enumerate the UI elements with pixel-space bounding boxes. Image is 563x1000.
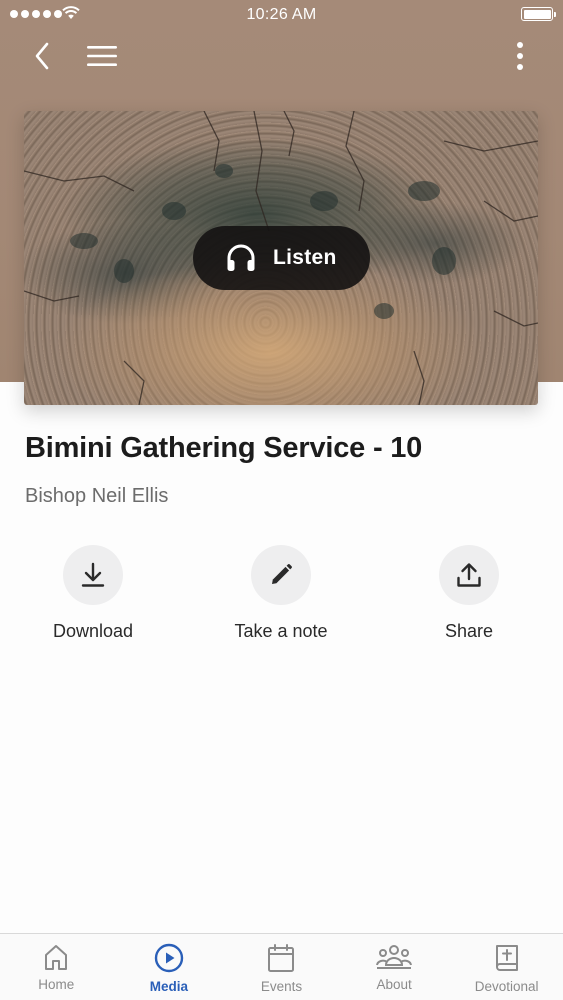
back-button[interactable] [22,36,62,76]
status-bar: 10:26 AM [0,0,563,30]
share-icon [457,563,481,587]
battery-icon [521,7,556,21]
tab-media-label: Media [149,979,189,994]
tab-home[interactable]: Home [0,934,113,1000]
download-circle [63,545,123,605]
calendar-icon [268,944,295,972]
listen-label: Listen [273,246,337,269]
status-time: 10:26 AM [246,6,317,23]
media-title: Bimini Gathering Service - 10 [25,432,423,464]
tab-media[interactable]: Media [113,934,226,1000]
download-button[interactable]: Download [13,545,173,642]
speaker-name: Bishop Neil Ellis [25,485,169,507]
chevron-left-icon [35,42,49,70]
tab-events[interactable]: Events [225,934,338,1000]
menu-button[interactable] [82,36,122,76]
listen-button[interactable]: Listen [193,226,370,290]
media-artwork: Listen [24,111,538,405]
hamburger-icon [87,46,117,66]
share-circle [439,545,499,605]
tab-home-label: Home [38,977,75,992]
tab-events-label: Events [260,979,303,994]
bible-icon [495,945,518,971]
play-circle-icon [154,943,184,973]
tab-about-label: About [376,977,412,992]
download-icon [81,562,105,587]
more-options-button[interactable] [500,36,540,76]
share-button[interactable]: Share [389,545,549,642]
people-icon [376,945,413,969]
tab-devotional-label: Devotional [474,979,539,994]
home-icon [45,945,68,970]
tab-bar: Home Media Events About Devotional [0,933,563,1000]
pencil-icon [272,564,292,584]
vertical-ellipsis-icon [517,42,523,70]
headphones-icon [227,244,255,271]
tab-about[interactable]: About [338,934,451,1000]
take-note-label: Take a note [234,621,328,641]
take-note-button[interactable]: Take a note [201,545,361,642]
download-label: Download [52,621,134,641]
tab-devotional[interactable]: Devotional [450,934,563,1000]
take-note-circle [251,545,311,605]
share-label: Share [444,621,494,641]
